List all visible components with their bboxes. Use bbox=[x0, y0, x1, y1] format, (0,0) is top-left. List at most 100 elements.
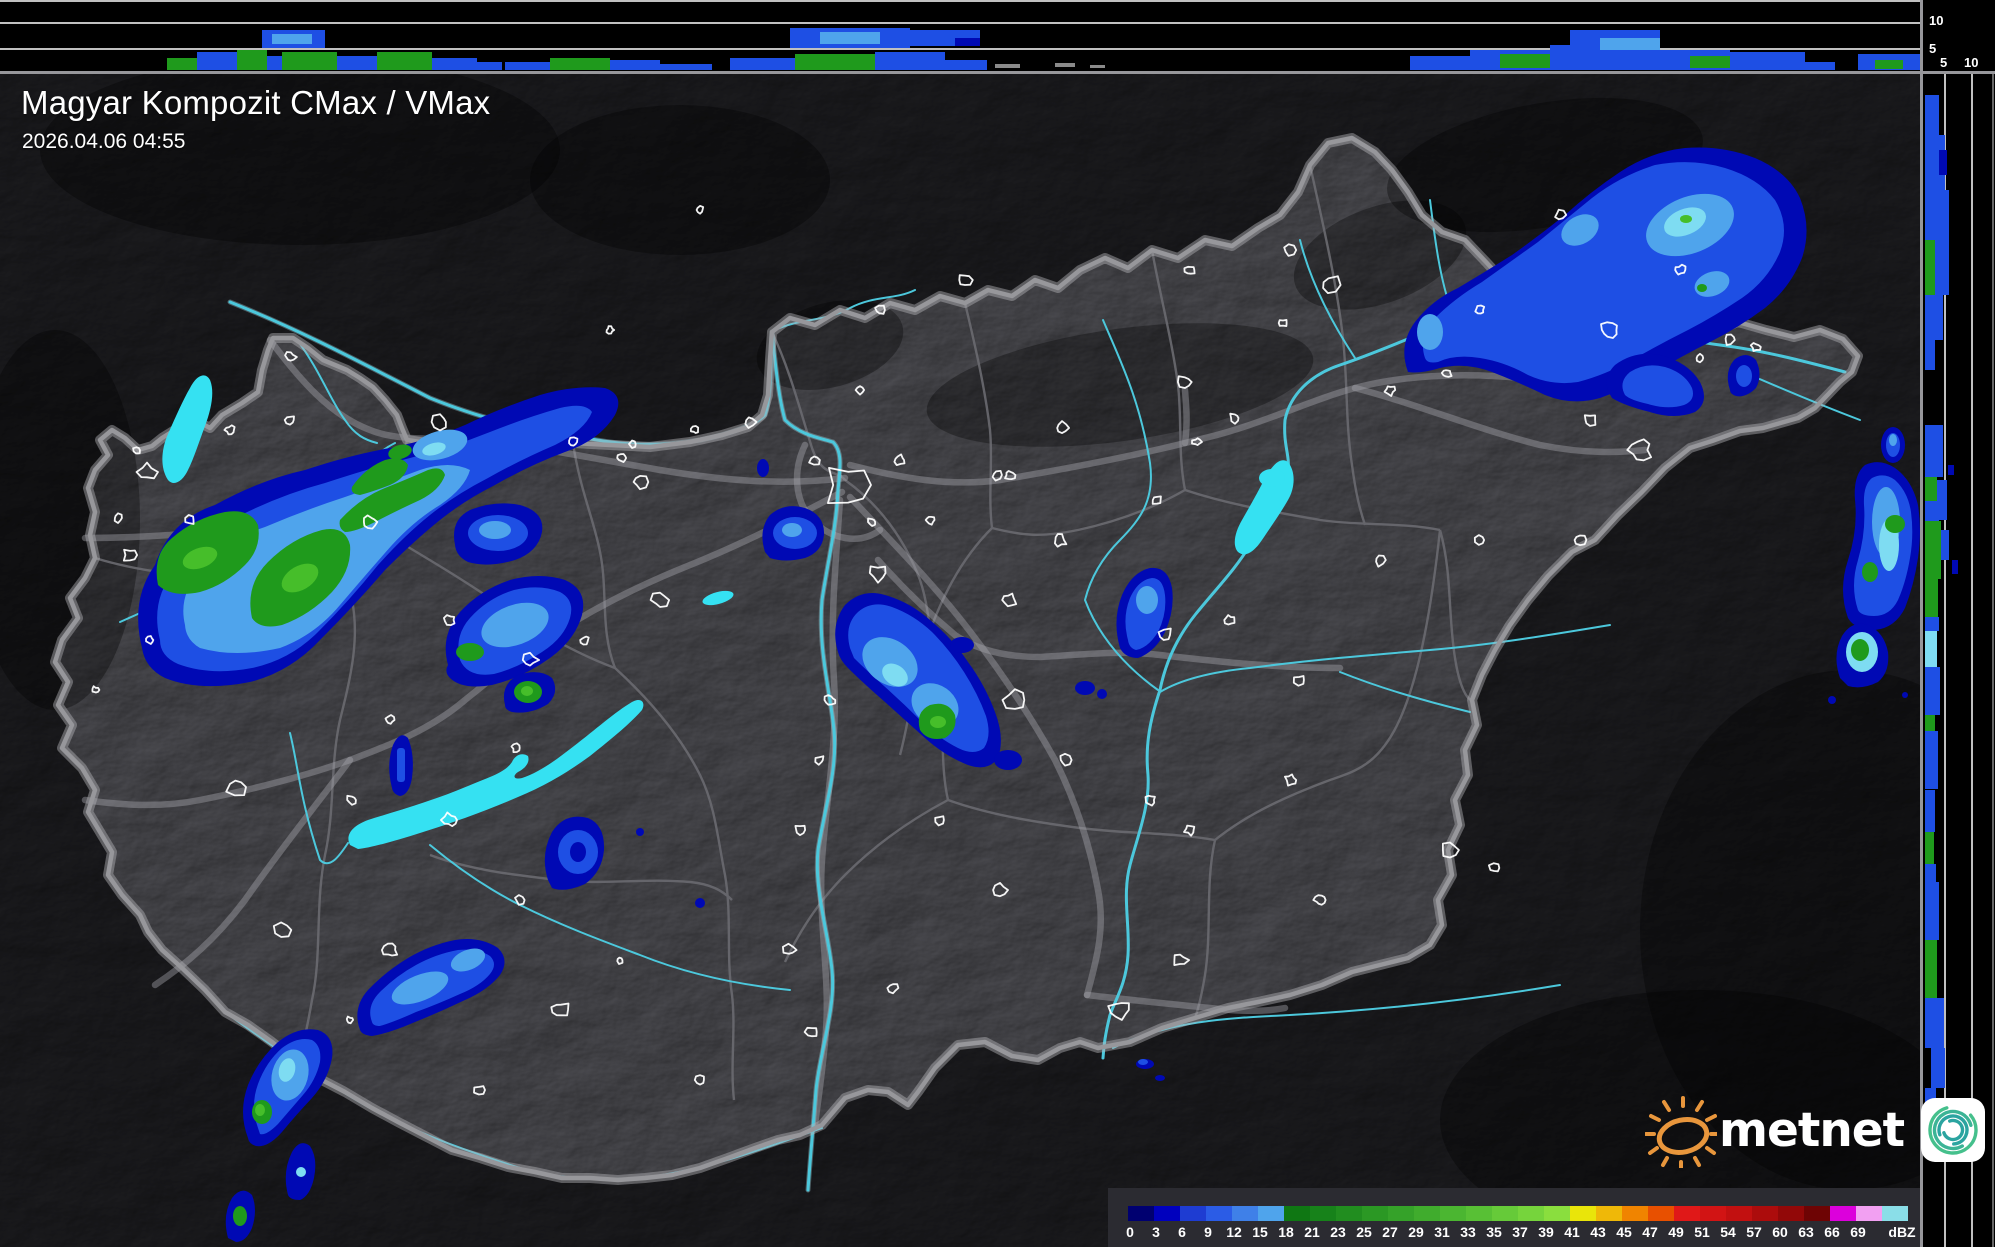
legend-swatch-45 bbox=[1622, 1206, 1648, 1221]
profile-axis-corner: 10 5 5 10 bbox=[1923, 0, 1995, 71]
top-echo bbox=[167, 58, 197, 70]
top-altitude-profile bbox=[0, 0, 1920, 71]
top-echo bbox=[875, 52, 945, 70]
top-echo bbox=[1500, 54, 1550, 68]
legend-swatch-41 bbox=[1570, 1206, 1596, 1221]
top-axis-tick-10: 10 bbox=[1929, 14, 1943, 27]
legend-label-33: 33 bbox=[1460, 1224, 1476, 1240]
legend-swatch-21 bbox=[1310, 1206, 1336, 1221]
right-echo bbox=[1925, 521, 1941, 579]
legend-label-9: 9 bbox=[1204, 1224, 1212, 1240]
legend-label-21: 21 bbox=[1304, 1224, 1320, 1240]
legend-swatch-33 bbox=[1466, 1206, 1492, 1221]
right-echo bbox=[1925, 715, 1935, 731]
right-echo bbox=[1925, 477, 1937, 501]
legend-swatch-29 bbox=[1414, 1206, 1440, 1221]
legend-label-54: 54 bbox=[1720, 1224, 1736, 1240]
top-echo bbox=[820, 32, 880, 44]
legend-swatch-47 bbox=[1648, 1206, 1674, 1221]
legend-label-47: 47 bbox=[1642, 1224, 1658, 1240]
legend-label-29: 29 bbox=[1408, 1224, 1424, 1240]
legend-swatch-69 bbox=[1856, 1206, 1882, 1221]
legend-swatch-15 bbox=[1258, 1206, 1284, 1221]
legend-swatch-60 bbox=[1778, 1206, 1804, 1221]
page-title: Magyar Kompozit CMax / VMax bbox=[21, 84, 490, 122]
top-echo bbox=[1090, 65, 1105, 68]
top-axis-tick-5: 5 bbox=[1929, 42, 1936, 55]
radar-screen: { "header": { "title": "Magyar Kompozit … bbox=[0, 0, 1995, 1247]
top-echo bbox=[550, 58, 610, 70]
right-echo bbox=[1948, 465, 1954, 475]
legend-swatch-27 bbox=[1388, 1206, 1414, 1221]
legend-label-51: 51 bbox=[1694, 1224, 1710, 1240]
top-echo bbox=[1410, 56, 1470, 70]
legend-swatch-39 bbox=[1544, 1206, 1570, 1221]
legend-swatch-3 bbox=[1154, 1206, 1180, 1221]
timestamp: 2026.04.06 04:55 bbox=[22, 130, 186, 154]
legend-label-49: 49 bbox=[1668, 1224, 1684, 1240]
right-altitude-profile bbox=[1923, 74, 1995, 1247]
road-miskolc bbox=[1185, 390, 1187, 443]
legend-swatch-25 bbox=[1362, 1206, 1388, 1221]
legend-swatch-31 bbox=[1440, 1206, 1466, 1221]
right-echo bbox=[1925, 190, 1949, 240]
right-echo bbox=[1941, 530, 1949, 560]
dbz-legend: 0369121518212325272931333537394143454749… bbox=[1108, 1188, 1920, 1247]
spiral-app-icon bbox=[1920, 1097, 1986, 1163]
right-echo bbox=[1925, 864, 1936, 882]
legend-label-15: 15 bbox=[1252, 1224, 1268, 1240]
right-echo bbox=[1939, 150, 1947, 175]
legend-swatch-9 bbox=[1206, 1206, 1232, 1221]
legend-swatch-35 bbox=[1492, 1206, 1518, 1221]
top-echo bbox=[470, 62, 502, 70]
right-echo bbox=[1925, 501, 1939, 521]
right-echo bbox=[1925, 425, 1943, 477]
legend-swatch-0 bbox=[1128, 1206, 1154, 1221]
legend-swatch-23 bbox=[1336, 1206, 1362, 1221]
legend-label-0: 0 bbox=[1126, 1224, 1134, 1240]
metnet-logo[interactable]: metnet bbox=[1645, 1092, 1986, 1168]
top-echo bbox=[730, 58, 795, 70]
legend-label-dBZ: dBZ bbox=[1888, 1224, 1915, 1240]
right-echo bbox=[1925, 340, 1935, 370]
legend-swatch-63 bbox=[1804, 1206, 1830, 1221]
right-echo bbox=[1925, 631, 1937, 667]
right-echo bbox=[1925, 240, 1935, 295]
top-echo bbox=[272, 34, 312, 44]
sun-icon bbox=[1645, 1092, 1717, 1168]
top-echo bbox=[1730, 52, 1805, 70]
legend-label-12: 12 bbox=[1226, 1224, 1242, 1240]
right-echo bbox=[1925, 731, 1938, 789]
legend-label-60: 60 bbox=[1772, 1224, 1788, 1240]
right-axis-tick-10: 10 bbox=[1964, 56, 1978, 69]
top-echo bbox=[377, 52, 432, 70]
right-echo bbox=[1925, 832, 1934, 864]
legend-swatch-dBZ bbox=[1882, 1206, 1908, 1221]
top-echo bbox=[1875, 60, 1903, 69]
logo-wordmark: metnet bbox=[1719, 1103, 1904, 1158]
radar-map-svg bbox=[0, 74, 1920, 1247]
legend-swatches bbox=[1128, 1206, 1908, 1221]
top-echo bbox=[945, 60, 987, 70]
top-echo bbox=[610, 60, 660, 70]
legend-label-31: 31 bbox=[1434, 1224, 1450, 1240]
legend-label-35: 35 bbox=[1486, 1224, 1502, 1240]
right-echo bbox=[1925, 882, 1939, 940]
legend-label-63: 63 bbox=[1798, 1224, 1814, 1240]
legend-label-69: 69 bbox=[1850, 1224, 1866, 1240]
top-echo bbox=[337, 56, 377, 70]
right-echo bbox=[1925, 295, 1943, 340]
right-axis-tick-5: 5 bbox=[1940, 56, 1947, 69]
right-echo bbox=[1925, 95, 1939, 135]
legend-label-23: 23 bbox=[1330, 1224, 1346, 1240]
top-echo bbox=[282, 52, 337, 70]
legend-label-41: 41 bbox=[1564, 1224, 1580, 1240]
top-echo bbox=[660, 64, 712, 70]
legend-label-39: 39 bbox=[1538, 1224, 1554, 1240]
top-echo bbox=[1055, 63, 1075, 67]
right-profile-plot bbox=[1923, 74, 1995, 1247]
top-echo bbox=[795, 54, 875, 70]
legend-swatch-51 bbox=[1700, 1206, 1726, 1221]
top-echo bbox=[955, 38, 980, 46]
top-echo bbox=[237, 50, 267, 70]
